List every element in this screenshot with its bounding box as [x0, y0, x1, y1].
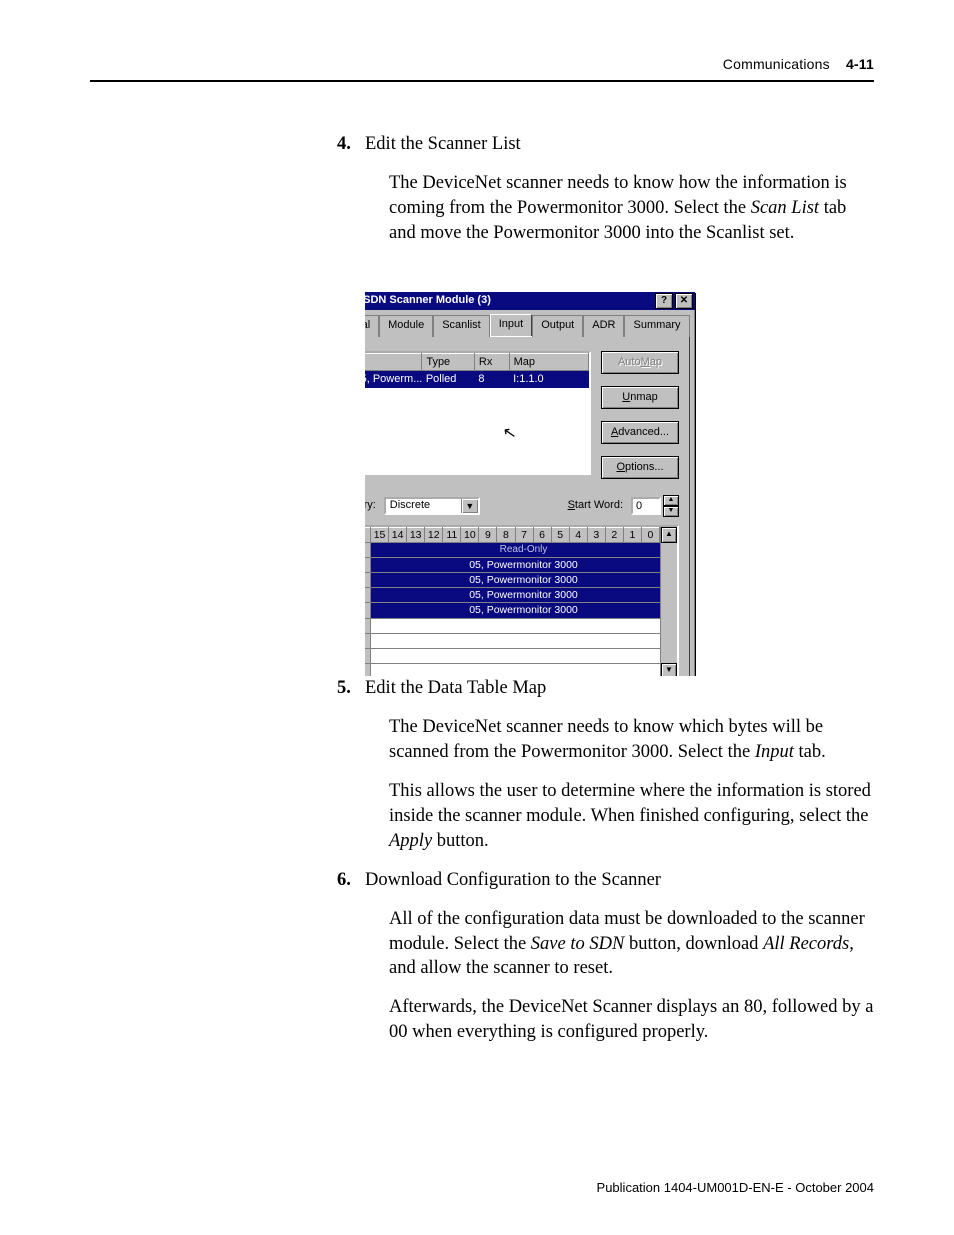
step-6: 6. Download Configuration to the Scanner…: [365, 868, 874, 1046]
bit-col-4: 4: [569, 527, 587, 542]
bit-col-7: 7: [515, 527, 533, 542]
dialog-title: 1747-SDN Scanner Module (3): [365, 293, 653, 308]
map-row[interactable]: I:1.8: [365, 664, 677, 676]
automap-button[interactable]: AutoMap: [601, 351, 679, 374]
map-row[interactable]: I:1.105, Powermonitor 3000: [365, 557, 677, 572]
spin-up-icon[interactable]: ▲: [663, 495, 679, 506]
close-button[interactable]: ✕: [675, 293, 693, 309]
tab-module[interactable]: Module: [379, 315, 433, 337]
node-col-map[interactable]: Map: [509, 353, 588, 371]
tab-summary[interactable]: Summary: [624, 315, 689, 337]
bit-col-9: 9: [479, 527, 497, 542]
memory-value: Discrete: [390, 498, 430, 513]
step-6-para-1: All of the configuration data must be do…: [389, 907, 874, 982]
map-row[interactable]: I:1.5: [365, 618, 677, 633]
bit-col-8: 8: [497, 527, 515, 542]
bit-col-11: 11: [443, 527, 461, 542]
bit-col-5: 5: [551, 527, 569, 542]
bit-col-12: 12: [425, 527, 443, 542]
map-row-value: 05, Powermonitor 3000: [371, 573, 677, 588]
tab-scanlist[interactable]: Scanlist: [433, 315, 490, 337]
map-row[interactable]: I:1.7: [365, 648, 677, 663]
step-number: 6.: [337, 868, 351, 893]
map-row-value: [371, 633, 677, 648]
node-col-node[interactable]: Node: [365, 353, 422, 371]
memory-combo[interactable]: Discrete ▼: [384, 497, 480, 515]
map-row-value: [371, 618, 677, 633]
step-title: Edit the Data Table Map: [365, 678, 546, 698]
bit-col-2: 2: [605, 527, 623, 542]
map-row-value: [371, 648, 677, 663]
context-help-button[interactable]: ?: [655, 293, 673, 309]
options-button[interactable]: Options...: [601, 456, 679, 479]
map-row-value: 05, Powermonitor 3000: [371, 603, 677, 618]
page-number: 4-11: [846, 56, 874, 72]
bit-col-10: 10: [461, 527, 479, 542]
node-col-rx[interactable]: Rx: [474, 353, 509, 371]
tab-bar: GeneralModuleScanlistInputOutputADRSumma…: [365, 314, 690, 336]
step-5-para-2: This allows the user to determine where …: [389, 779, 874, 854]
map-row-value: 05, Powermonitor 3000: [371, 557, 677, 572]
bit-col-1: 1: [623, 527, 641, 542]
unmap-button[interactable]: Unmap: [601, 386, 679, 409]
tab-input[interactable]: Input: [490, 314, 532, 336]
node-table[interactable]: NodeTypeRxMap05, Powerm...Polled8I:1.1.0…: [365, 351, 591, 475]
header-rule: [90, 80, 874, 82]
map-row-value: 05, Powermonitor 3000: [371, 588, 677, 603]
map-grid[interactable]: 1514131211109876543210I:1.0Read-OnlyI:1.…: [365, 525, 679, 676]
scroll-up-icon[interactable]: ▲: [661, 527, 677, 543]
bit-col-6: 6: [533, 527, 551, 542]
map-row[interactable]: I:1.205, Powermonitor 3000: [365, 573, 677, 588]
map-row[interactable]: I:1.0Read-Only: [365, 542, 677, 557]
scroll-down-icon[interactable]: ▼: [661, 663, 677, 675]
step-4: 4. Edit the Scanner List The DeviceNet s…: [365, 132, 874, 246]
step-4-para-1: The DeviceNet scanner needs to know how …: [389, 171, 874, 246]
dialog-titlebar: 1747-SDN Scanner Module (3) ? ✕: [365, 292, 695, 310]
map-row[interactable]: I:1.305, Powermonitor 3000: [365, 588, 677, 603]
bit-col-3: 3: [587, 527, 605, 542]
step-title: Download Configuration to the Scanner: [365, 870, 661, 890]
step-title: Edit the Scanner List: [365, 134, 521, 154]
bit-col-15: 15: [371, 527, 389, 542]
running-header: Communications 4-11: [90, 55, 874, 74]
step-6-para-2: Afterwards, the DeviceNet Scanner displa…: [389, 995, 874, 1045]
map-row[interactable]: I:1.6: [365, 633, 677, 648]
dialog-screenshot: 1747-SDN Scanner Module (3) ? ✕ GeneralM…: [365, 260, 874, 676]
section-name: Communications: [723, 56, 830, 72]
spin-down-icon[interactable]: ▼: [663, 506, 679, 517]
bit-col-0: 0: [641, 527, 659, 542]
tab-page-input: NodeTypeRxMap05, Powerm...Polled8I:1.1.0…: [365, 336, 690, 676]
bit-col-14: 14: [389, 527, 407, 542]
map-row[interactable]: I:1.405, Powermonitor 3000: [365, 603, 677, 618]
table-row[interactable]: 05, Powerm...Polled8I:1.1.0: [365, 371, 589, 388]
bit-col-13: 13: [407, 527, 425, 542]
chevron-down-icon: ▼: [461, 499, 478, 513]
tab-general[interactable]: General: [365, 315, 379, 337]
tab-adr[interactable]: ADR: [583, 315, 624, 337]
tab-output[interactable]: Output: [532, 315, 583, 337]
step-5-para-1: The DeviceNet scanner needs to know whic…: [389, 715, 874, 765]
map-row-value: [371, 664, 677, 676]
node-col-type[interactable]: Type: [422, 353, 475, 371]
startword-label: Start Word:: [568, 498, 623, 513]
advanced-button[interactable]: Advanced...: [601, 421, 679, 444]
step-number: 4.: [337, 132, 351, 157]
step-5: 5. Edit the Data Table Map The DeviceNet…: [365, 676, 874, 854]
map-row-value: Read-Only: [371, 542, 677, 557]
map-vscrollbar[interactable]: ▲ ▼: [660, 527, 677, 676]
cursor-icon: ↖: [501, 422, 518, 446]
step-number: 5.: [337, 676, 351, 701]
publication-footer: Publication 1404-UM001D-EN-E - October 2…: [597, 1179, 874, 1197]
memory-label: Memory:: [365, 498, 376, 513]
startword-input[interactable]: 0: [631, 497, 661, 515]
